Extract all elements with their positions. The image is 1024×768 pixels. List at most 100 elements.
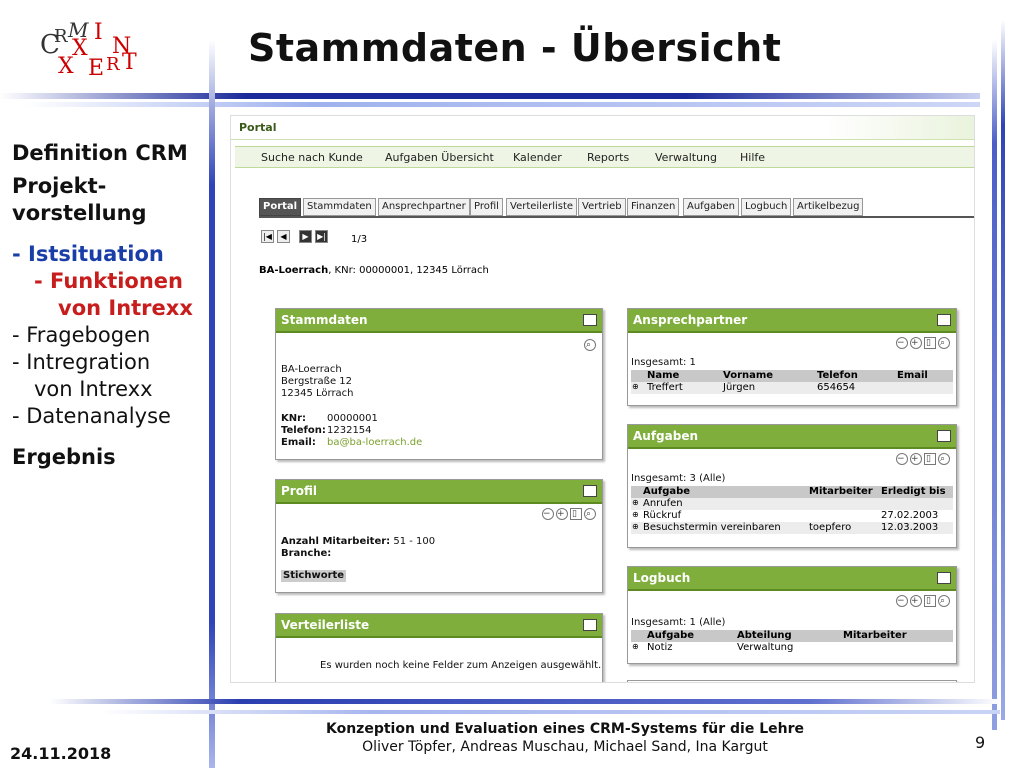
tab-artikelbezug[interactable]: Artikelbezug xyxy=(793,198,864,216)
add-icon[interactable]: + xyxy=(910,453,922,465)
col-aufgabe: Aufgabe xyxy=(647,630,695,641)
tab-ansprechpartner[interactable]: Ansprechpartner xyxy=(378,198,470,216)
next-record-icon[interactable]: ▶ xyxy=(299,230,312,243)
tab-portal[interactable]: Portal xyxy=(259,198,302,216)
table-row[interactable]: ⊕ Rückruf 27.02.2003 xyxy=(631,510,953,522)
remove-icon[interactable]: − xyxy=(896,453,908,465)
mitarbeiter-label: Anzahl Mitarbeiter: xyxy=(281,536,391,547)
stammdaten-contact: KNr: 00000001 Telefon:1232154 Email: ba@ba… xyxy=(281,413,422,449)
verteilerliste-panel: Verteilerliste Es wurden noch keine Feld… xyxy=(275,613,603,682)
search-icon[interactable]: ⌕ xyxy=(938,595,950,607)
remove-icon[interactable]: − xyxy=(542,508,554,520)
menu-verwaltung[interactable]: Verwaltung xyxy=(655,151,717,164)
first-record-icon[interactable]: |◀ xyxy=(261,230,274,243)
document-icon[interactable]: ▯ xyxy=(570,508,582,520)
panel-toolbar: − + ▯ ⌕ xyxy=(894,595,950,609)
ansprechpartner-table: Name Vorname Telefon Email ⊕ Treffert Jü… xyxy=(631,370,953,394)
search-icon[interactable]: ⌕ xyxy=(584,508,596,520)
footer-rule-light xyxy=(100,710,1000,714)
add-icon[interactable]: + xyxy=(910,337,922,349)
logo-letter-x2: X xyxy=(58,54,74,79)
search-icon[interactable]: ⌕ xyxy=(938,337,950,349)
edit-icon[interactable] xyxy=(583,619,597,631)
logo-letter-r: R xyxy=(54,26,68,47)
row-expand-icon[interactable]: ⊕ xyxy=(632,382,639,391)
tab-stammdaten[interactable]: Stammdaten xyxy=(303,198,376,216)
prev-record-icon[interactable]: ◀ xyxy=(277,230,290,243)
logbuch-panel-title: Logbuch xyxy=(633,571,691,585)
email-link[interactable]: ba@ba-loerrach.de xyxy=(327,437,422,448)
edit-icon[interactable] xyxy=(937,314,951,326)
branche-label: Branche: xyxy=(281,548,332,559)
stichworte-label: Stichworte xyxy=(281,570,347,582)
menu-aufgaben-uebersicht[interactable]: Aufgaben Übersicht xyxy=(385,151,494,164)
footer-rule-dark xyxy=(50,699,1000,704)
nav-ergebnis[interactable]: Ergebnis xyxy=(12,444,217,471)
search-icon[interactable]: ⌕ xyxy=(938,453,950,465)
table-row[interactable]: ⊕ Treffert Jürgen 654654 xyxy=(631,382,953,394)
edit-icon[interactable] xyxy=(583,314,597,326)
stammdaten-panel-title: Stammdaten xyxy=(281,313,368,327)
nav-istsituation[interactable]: - Istsituation xyxy=(12,241,217,268)
row-expand-icon[interactable]: ⊕ xyxy=(632,522,639,531)
add-icon[interactable]: + xyxy=(556,508,568,520)
table-row[interactable]: ⊕ Notiz Verwaltung xyxy=(631,642,953,654)
menu-hilfe[interactable]: Hilfe xyxy=(740,151,765,164)
tab-logbuch[interactable]: Logbuch xyxy=(741,198,792,216)
nav-projekt-line2[interactable]: vorstellung xyxy=(12,200,217,227)
document-icon[interactable]: ▯ xyxy=(924,337,936,349)
nav-fragebogen[interactable]: - Fragebogen xyxy=(12,322,217,349)
add-icon[interactable]: + xyxy=(910,595,922,607)
table-row[interactable]: ⊕ Anrufen xyxy=(631,498,953,510)
col-vorname: Vorname xyxy=(723,370,774,381)
next-panel-edge xyxy=(627,680,957,682)
document-icon[interactable]: ▯ xyxy=(924,595,936,607)
tab-verteilerliste[interactable]: Verteilerliste xyxy=(506,198,578,216)
nav-datenanalyse[interactable]: - Datenanalyse xyxy=(12,403,217,430)
tab-vertrieb[interactable]: Vertrieb xyxy=(578,198,626,216)
row-expand-icon[interactable]: ⊕ xyxy=(632,498,639,507)
menu-reports[interactable]: Reports xyxy=(587,151,629,164)
remove-icon[interactable]: − xyxy=(896,337,908,349)
crm-portal-screenshot: Portal Suche nach Kunde Aufgaben Übersic… xyxy=(230,115,975,683)
search-icon[interactable]: ⌕ xyxy=(584,339,596,351)
nav-integration-line2[interactable]: von Intrexx xyxy=(12,376,217,403)
logo-letter-e: E xyxy=(88,56,105,81)
ansprechpartner-total: Insgesamt: 1 xyxy=(631,357,696,368)
knr-label: KNr: xyxy=(281,413,307,424)
tab-finanzen[interactable]: Finanzen xyxy=(627,198,680,216)
nav-integration-line1[interactable]: - Intregration xyxy=(12,349,217,376)
cell-name: Treffert xyxy=(647,382,683,393)
nav-funktionen-line2[interactable]: von Intrexx xyxy=(12,295,217,322)
main-menu: Suche nach Kunde Aufgaben Übersicht Kale… xyxy=(235,146,974,168)
nav-definition[interactable]: Definition CRM xyxy=(12,140,217,167)
table-row[interactable]: ⊕ Besuchstermin vereinbaren toepfero 12.… xyxy=(631,522,953,534)
cell-aufgabe: Besuchstermin vereinbaren xyxy=(643,522,781,533)
nav-projekt-line1[interactable]: Projekt- xyxy=(12,173,217,200)
vertical-rule-right xyxy=(992,40,997,730)
knr-value: 00000001 xyxy=(327,413,378,424)
row-expand-icon[interactable]: ⊕ xyxy=(632,510,639,519)
tab-aufgaben[interactable]: Aufgaben xyxy=(683,198,740,216)
logo-letter-r2: R xyxy=(106,54,120,75)
row-expand-icon[interactable]: ⊕ xyxy=(632,642,639,651)
portal-topbar: Portal xyxy=(231,116,974,140)
cell-telefon: 654654 xyxy=(817,382,856,393)
header-rule-dark xyxy=(0,93,980,99)
profil-fields: Anzahl Mitarbeiter: 51 - 100 Branche: xyxy=(281,536,435,560)
nav-funktionen-line1[interactable]: - Funktionen xyxy=(12,268,217,295)
aufgaben-panel: Aufgaben − + ▯ ⌕ Insgesamt: 3 (Alle) Aufgab… xyxy=(627,424,957,548)
col-abteilung: Abteilung xyxy=(737,630,792,641)
edit-icon[interactable] xyxy=(937,572,951,584)
col-telefon: Telefon xyxy=(817,370,858,381)
edit-icon[interactable] xyxy=(583,485,597,497)
last-record-icon[interactable]: ▶| xyxy=(315,230,328,243)
menu-kalender[interactable]: Kalender xyxy=(513,151,562,164)
panel-toolbar: − + ▯ ⌕ xyxy=(894,453,950,467)
remove-icon[interactable]: − xyxy=(896,595,908,607)
menu-suche-kunde[interactable]: Suche nach Kunde xyxy=(261,151,363,164)
verteilerliste-empty-message: Es wurden noch keine Felder zum Anzeigen… xyxy=(320,660,602,671)
edit-icon[interactable] xyxy=(937,430,951,442)
tab-profil[interactable]: Profil xyxy=(470,198,503,216)
document-icon[interactable]: ▯ xyxy=(924,453,936,465)
